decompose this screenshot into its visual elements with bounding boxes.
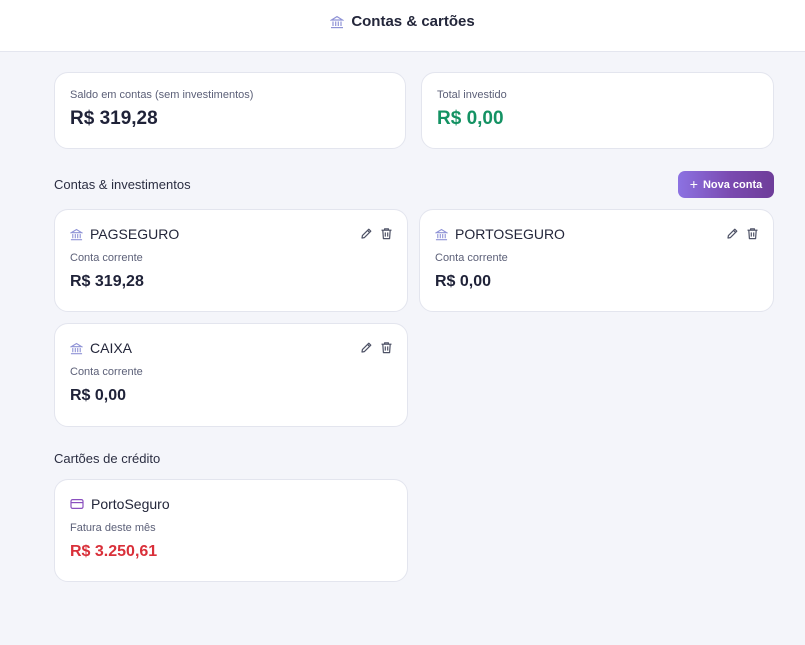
balance-label: Saldo em contas (sem investimentos) — [70, 89, 254, 101]
account-actions — [726, 227, 759, 240]
account-name: PAGSEGURO — [90, 226, 180, 242]
invested-summary-card: Total investido R$ 0,00 — [421, 72, 774, 149]
account-card[interactable]: PORTOSEGURO Conta corrente R$ 0,00 — [419, 209, 774, 312]
top-bar: Contas & cartões — [0, 0, 805, 52]
account-header: CAIXA — [70, 340, 132, 356]
trash-icon[interactable] — [380, 227, 393, 240]
bank-icon — [330, 15, 345, 29]
trash-icon[interactable] — [746, 227, 759, 240]
account-balance: R$ 319,28 — [70, 273, 144, 290]
account-name: CAIXA — [90, 340, 133, 356]
bank-icon — [435, 228, 448, 241]
invested-label: Total investido — [437, 89, 507, 101]
bank-icon — [70, 228, 83, 241]
account-actions — [360, 341, 393, 354]
account-type: Conta corrente — [70, 366, 143, 378]
edit-icon[interactable] — [360, 227, 373, 240]
account-balance: R$ 0,00 — [435, 273, 492, 290]
trash-icon[interactable] — [380, 341, 393, 354]
balance-summary-card: Saldo em contas (sem investimentos) R$ 3… — [54, 72, 406, 149]
account-balance: R$ 0,00 — [70, 387, 127, 404]
account-actions — [360, 227, 393, 240]
balance-value: R$ 319,28 — [70, 108, 158, 129]
new-account-button[interactable]: + Nova conta — [678, 171, 774, 198]
account-type: Conta corrente — [70, 252, 143, 264]
invoice-label: Fatura deste mês — [70, 522, 156, 534]
account-header: PAGSEGURO — [70, 226, 179, 242]
account-card[interactable]: PAGSEGURO Conta corrente R$ 319,28 — [54, 209, 408, 312]
edit-icon[interactable] — [360, 341, 373, 354]
account-header: PORTOSEGURO — [435, 226, 565, 242]
credit-card-card[interactable]: PortoSeguro Fatura deste mês R$ 3.250,61 — [54, 479, 408, 582]
bank-icon — [70, 342, 83, 355]
invested-value: R$ 0,00 — [437, 108, 504, 129]
new-account-label: Nova conta — [702, 178, 763, 191]
plus-icon: + — [689, 176, 698, 192]
account-card[interactable]: CAIXA Conta corrente R$ 0,00 — [54, 323, 408, 427]
credit-card-header: PortoSeguro — [70, 496, 170, 512]
credit-cards-section-title: Cartões de crédito — [54, 451, 161, 466]
account-type: Conta corrente — [435, 252, 508, 264]
page-header: Contas & cartões — [330, 13, 475, 30]
credit-card-icon — [70, 498, 84, 510]
account-name: PORTOSEGURO — [455, 226, 565, 242]
accounts-section-title: Contas & investimentos — [54, 177, 191, 192]
credit-card-name: PortoSeguro — [91, 496, 170, 512]
page-title: Contas & cartões — [351, 13, 475, 30]
edit-icon[interactable] — [726, 227, 739, 240]
invoice-amount: R$ 3.250,61 — [70, 543, 158, 560]
